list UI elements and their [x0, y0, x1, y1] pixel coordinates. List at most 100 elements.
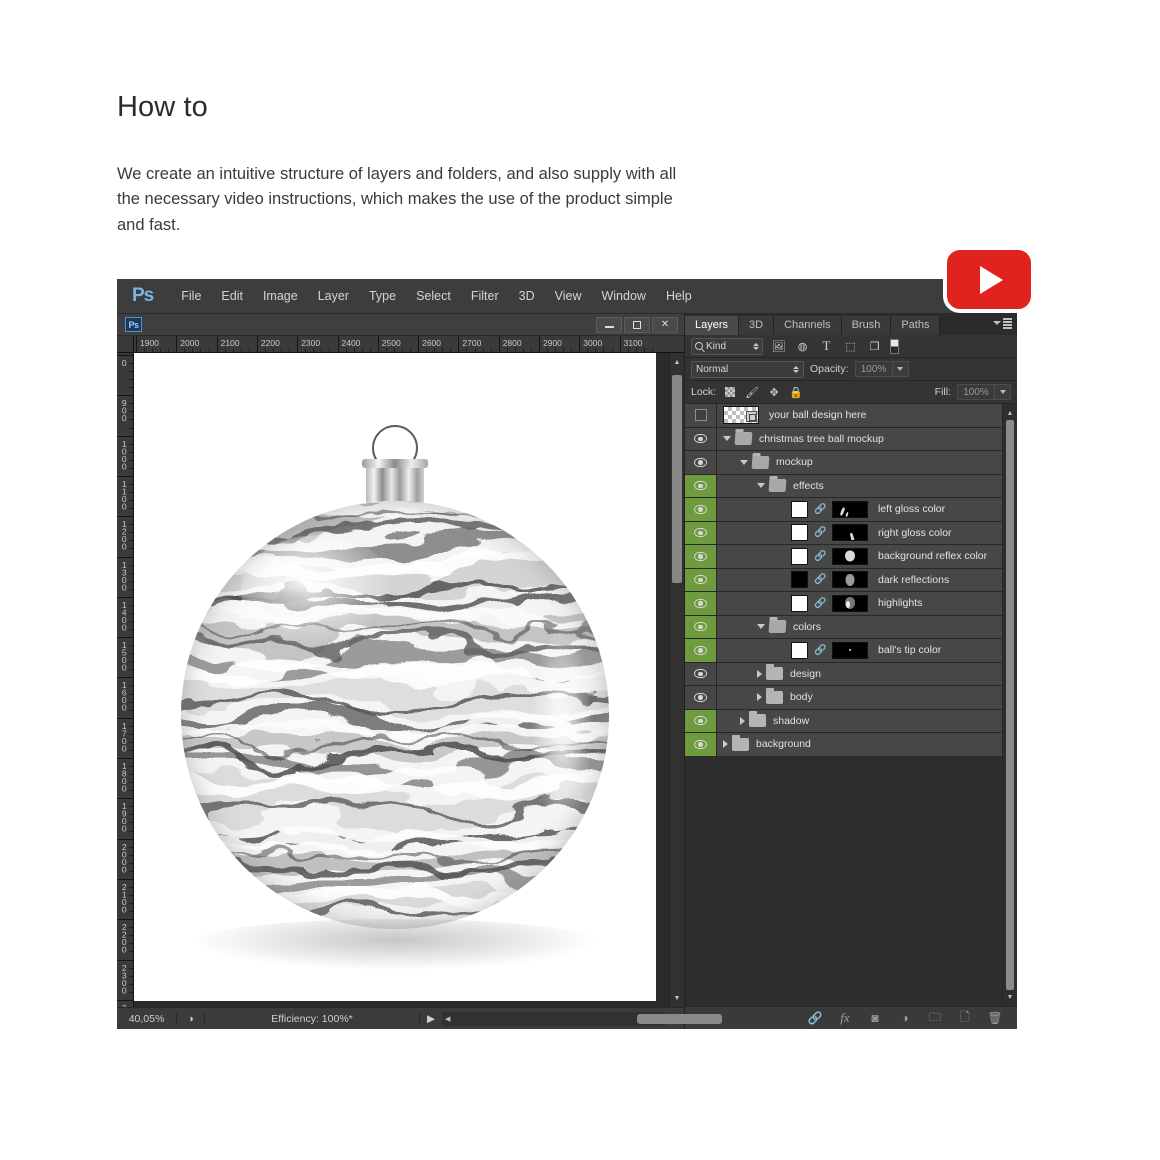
layer-visibility-toggle[interactable]	[685, 498, 717, 521]
layer-visibility-toggle[interactable]	[685, 615, 717, 638]
delete-layer-icon[interactable]: 🗑	[987, 1010, 1003, 1026]
tab-layers[interactable]: Layers	[685, 316, 740, 335]
layer-visibility-toggle[interactable]	[685, 521, 717, 544]
layer-mask-thumbnail[interactable]	[832, 571, 868, 589]
layer-visibility-toggle[interactable]	[685, 451, 717, 474]
filter-toggle-icon[interactable]	[890, 338, 899, 354]
new-group-icon[interactable]: 🗀	[927, 1010, 943, 1026]
layer-mask-thumbnail[interactable]	[832, 500, 868, 518]
menu-item-window[interactable]: Window	[591, 286, 655, 306]
smart-object-thumbnail[interactable]	[723, 406, 759, 425]
canvas[interactable]: ▲ ▼	[134, 353, 684, 1007]
mask-link-icon[interactable]: 🔗	[814, 644, 826, 657]
adjustment-layer-icon[interactable]: ◑	[897, 1010, 913, 1026]
chevron-down-icon[interactable]	[757, 483, 765, 489]
mask-link-icon[interactable]: 🔗	[814, 526, 826, 539]
layer-visibility-checkbox[interactable]	[685, 404, 717, 427]
zoom-level[interactable]: 40,05%	[117, 1012, 177, 1025]
lock-image-icon[interactable]: 🖌	[744, 385, 760, 399]
youtube-play-button[interactable]	[943, 246, 1035, 313]
layer-row-content[interactable]: 🔗 background reflex color	[717, 545, 1002, 568]
fx-icon[interactable]: fx	[837, 1010, 853, 1026]
hscroll-thumb[interactable]	[637, 1013, 722, 1024]
layer-row[interactable]: 🔗 left gloss color	[685, 498, 1002, 522]
layer-row[interactable]: your ball design here	[685, 404, 1002, 428]
layer-mask-thumbnail[interactable]	[832, 594, 868, 612]
tab-3d[interactable]: 3D	[739, 316, 775, 335]
layer-row[interactable]: mockup	[685, 451, 1002, 475]
layer-visibility-toggle[interactable]	[685, 592, 717, 615]
fill-value[interactable]: 100%	[957, 384, 995, 400]
lock-position-icon[interactable]: ✥	[766, 385, 782, 399]
layer-mask-thumbnail[interactable]	[832, 547, 868, 565]
layer-row-content[interactable]: your ball design here	[717, 404, 1002, 427]
image-filter-icon[interactable]: 🖼	[770, 339, 787, 354]
menu-item-help[interactable]: Help	[656, 286, 702, 306]
chevron-right-icon[interactable]	[723, 740, 728, 749]
mask-link-icon[interactable]: 🔗	[814, 573, 826, 586]
layer-row-content[interactable]: 🔗 dark reflections	[717, 569, 1002, 592]
layer-mask-thumbnail[interactable]	[832, 641, 868, 659]
layer-row[interactable]: 🔗 ball's tip color	[685, 639, 1002, 663]
layer-thumbnail[interactable]	[791, 594, 808, 612]
opacity-value[interactable]: 100%	[854, 361, 893, 377]
layer-row[interactable]: shadow	[685, 709, 1002, 733]
layer-list[interactable]: your ball design here christmas tree ball…	[685, 404, 1002, 1006]
layer-row-content[interactable]: effects	[717, 475, 1002, 498]
layer-row-content[interactable]: 🔗 highlights	[717, 592, 1002, 615]
layer-row-content[interactable]: christmas tree ball mockup	[717, 428, 1002, 451]
new-layer-icon[interactable]: 🗋	[957, 1010, 973, 1026]
mask-link-icon[interactable]: 🔗	[814, 550, 826, 563]
layer-row[interactable]: 🔗 dark reflections	[685, 568, 1002, 592]
tab-channels[interactable]: Channels	[774, 316, 842, 335]
close-button[interactable]: ✕	[652, 316, 678, 333]
layer-thumbnail[interactable]	[791, 500, 808, 518]
adjustment-filter-icon[interactable]: ◍	[794, 339, 811, 354]
mask-link-icon[interactable]: 🔗	[814, 503, 826, 516]
layer-visibility-toggle[interactable]	[685, 427, 717, 450]
mask-link-icon[interactable]: 🔗	[814, 597, 826, 610]
scroll-left-icon[interactable]: ◀	[445, 1015, 450, 1023]
menu-item-filter[interactable]: Filter	[461, 286, 509, 306]
layer-row[interactable]: 🔗 right gloss color	[685, 521, 1002, 545]
shape-filter-icon[interactable]: ⬚	[842, 339, 859, 354]
type-filter-icon[interactable]: T	[818, 338, 835, 354]
panel-vertical-scrollbar[interactable]: ▲ ▼	[1002, 404, 1017, 1006]
chevron-right-icon[interactable]	[757, 669, 762, 678]
layer-row-content[interactable]: shadow	[717, 710, 1002, 733]
layer-thumbnail[interactable]	[791, 571, 808, 589]
panel-scroll-down-icon[interactable]: ▼	[1003, 990, 1017, 1004]
layer-row-content[interactable]: background	[717, 733, 1002, 756]
blend-mode-select[interactable]: Normal	[691, 360, 804, 378]
smartobject-filter-icon[interactable]: ❐	[866, 339, 883, 354]
layer-visibility-toggle[interactable]	[685, 733, 717, 756]
tab-paths[interactable]: Paths	[891, 316, 941, 335]
layer-row[interactable]: background	[685, 733, 1002, 757]
menu-item-view[interactable]: View	[545, 286, 592, 306]
layer-row-content[interactable]: colors	[717, 616, 1002, 639]
chevron-down-icon[interactable]	[757, 624, 765, 630]
layer-thumbnail[interactable]	[791, 547, 808, 565]
layer-row[interactable]: effects	[685, 474, 1002, 498]
layer-row[interactable]: body	[685, 686, 1002, 710]
layer-visibility-toggle[interactable]	[685, 639, 717, 662]
layer-row[interactable]: 🔗 background reflex color	[685, 545, 1002, 569]
layer-row[interactable]: christmas tree ball mockup	[685, 427, 1002, 451]
chevron-right-icon[interactable]	[740, 716, 745, 725]
scroll-up-icon[interactable]: ▲	[670, 355, 684, 369]
chevron-down-icon[interactable]	[723, 436, 731, 442]
menu-item-edit[interactable]: Edit	[211, 286, 253, 306]
layer-visibility-toggle[interactable]	[685, 568, 717, 591]
layer-row-content[interactable]: body	[717, 686, 1002, 709]
panel-scroll-thumb[interactable]	[1006, 420, 1014, 990]
menu-item-select[interactable]: Select	[406, 286, 461, 306]
layer-thumbnail[interactable]	[791, 641, 808, 659]
link-icon[interactable]: 🔗	[807, 1010, 823, 1026]
menu-item-type[interactable]: Type	[359, 286, 406, 306]
fill-dropdown-icon[interactable]	[995, 384, 1011, 400]
ruler-corner[interactable]	[117, 336, 134, 353]
canvas-vertical-scrollbar[interactable]: ▲ ▼	[669, 353, 684, 1007]
canvas-horizontal-scrollbar[interactable]: ◀ ▶	[442, 1011, 722, 1026]
vertical-ruler[interactable]: 0 900 1000 1100 1200 1300 1400 1500 1600 1700 1800…	[117, 353, 134, 1007]
menu-item-image[interactable]: Image	[253, 286, 308, 306]
